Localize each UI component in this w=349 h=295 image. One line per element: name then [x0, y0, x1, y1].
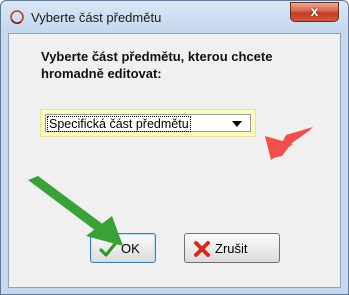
ok-button[interactable]: OK	[90, 233, 156, 263]
cancel-label: Zrušit	[215, 241, 248, 256]
close-icon: x	[310, 3, 319, 19]
title-bar[interactable]: Vyberte část předmětu x	[1, 1, 348, 33]
prompt-text: Vyberte část předmětu, kterou chcete hro…	[41, 49, 273, 81]
cancel-button[interactable]: Zrušit	[184, 233, 280, 263]
select-value: Specifická část předmětu	[47, 116, 191, 132]
dialog-window: Vyberte část předmětu x	[0, 0, 349, 295]
red-x-icon	[194, 241, 210, 257]
select-highlight: Specifická část předmětu	[40, 109, 256, 137]
checkmark-icon	[99, 242, 117, 257]
close-button[interactable]: x	[290, 2, 339, 22]
ok-label: OK	[121, 241, 140, 256]
app-ring-icon	[10, 10, 24, 25]
part-select[interactable]: Specifická část předmětu	[45, 114, 251, 132]
chevron-down-icon[interactable]	[232, 121, 242, 127]
window-title: Vyberte část předmětu	[31, 10, 162, 25]
